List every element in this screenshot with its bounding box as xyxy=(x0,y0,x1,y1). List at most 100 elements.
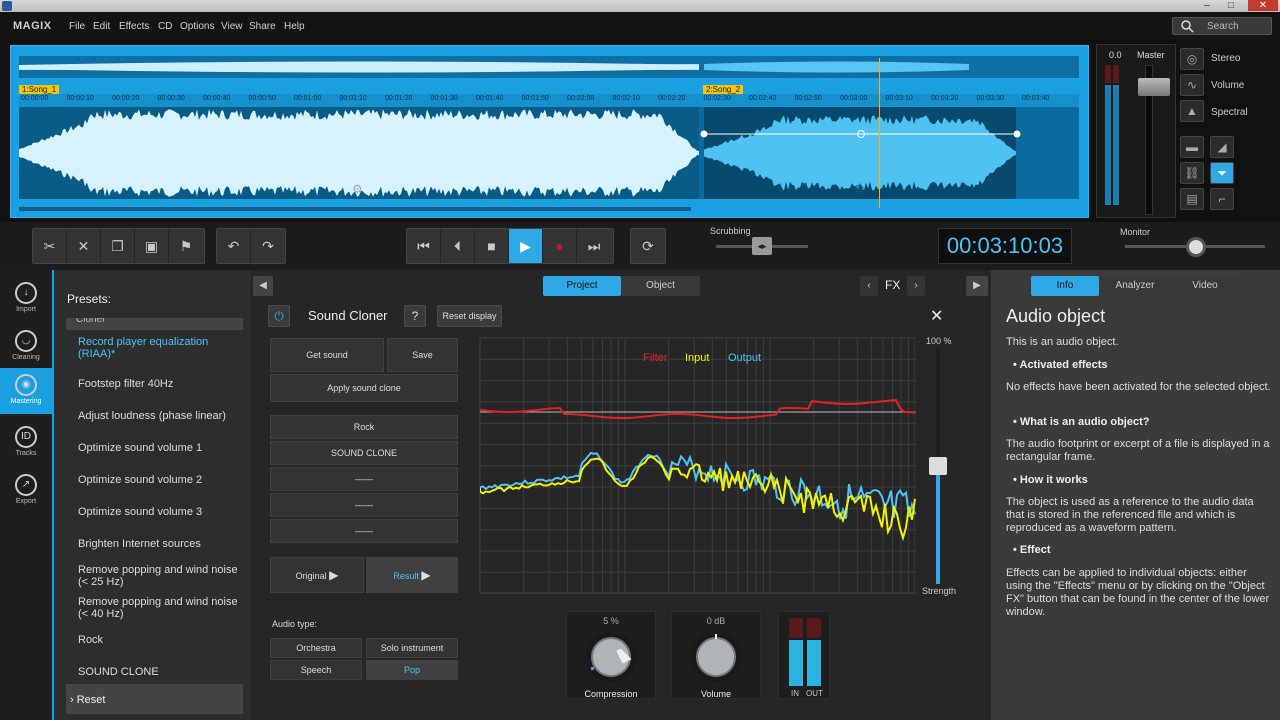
preset-item[interactable]: Adjust loudness (phase linear) xyxy=(66,410,242,422)
copy-button[interactable]: ❐ xyxy=(101,229,135,263)
info-section-3-title-text: How it works xyxy=(1019,474,1088,486)
strength-slider[interactable] xyxy=(929,348,947,584)
spectral-view-button[interactable]: ▲ xyxy=(1180,100,1204,122)
overview-strip[interactable] xyxy=(19,56,1079,78)
effect-power-button[interactable]: ⏻ xyxy=(268,305,290,327)
volume-view-button[interactable]: ∿ xyxy=(1180,74,1204,96)
tab-project[interactable]: Project xyxy=(543,276,621,296)
clone-slot-4[interactable]: —— xyxy=(270,493,458,517)
delete-button[interactable]: ✕ xyxy=(67,229,101,263)
tab-object[interactable]: Object xyxy=(621,276,700,296)
undo-button[interactable]: ↶ xyxy=(217,229,251,263)
result-button[interactable]: Result ▶ xyxy=(366,557,458,593)
preset-item[interactable]: Rock xyxy=(66,634,242,646)
play-button[interactable]: ▶ xyxy=(509,229,543,263)
tab-video[interactable]: Video xyxy=(1171,276,1239,296)
scrubbing-slider-handle[interactable]: ◂▸ xyxy=(752,237,772,255)
menu-view[interactable]: View xyxy=(221,21,243,32)
clone-slot-3[interactable]: —— xyxy=(270,467,458,491)
clone-slot-1[interactable]: Rock xyxy=(270,415,458,439)
collapse-right-button[interactable]: ▶ xyxy=(966,276,988,296)
fx-prev-button[interactable]: ‹ xyxy=(860,276,878,296)
close-window-button[interactable]: ✕ xyxy=(1248,0,1278,11)
master-volume-fader[interactable] xyxy=(1138,78,1170,96)
preset-item[interactable]: Remove popping and wind noise (< 25 Hz) xyxy=(66,564,242,588)
cut-button[interactable]: ✂ xyxy=(33,229,67,263)
nav-mastering[interactable]: ◉ Mastering xyxy=(0,368,52,414)
tab-info[interactable]: Info xyxy=(1031,276,1099,296)
stereo-view-button[interactable]: ◎ xyxy=(1180,48,1204,70)
get-sound-button[interactable]: Get sound xyxy=(270,338,384,372)
preset-item[interactable]: Optimize sound volume 2 xyxy=(66,474,242,486)
audio-track[interactable]: ⚙ ⚙ xyxy=(19,107,1079,199)
menu-effects[interactable]: Effects xyxy=(119,21,149,32)
timeline-tick: 00:02:30 xyxy=(703,95,731,102)
menu-help[interactable]: Help xyxy=(284,21,305,32)
menu-file[interactable]: File xyxy=(69,21,85,32)
clone-slot-5[interactable]: —— xyxy=(270,519,458,543)
apply-sound-clone-button[interactable]: Apply sound clone xyxy=(270,374,458,402)
help-button[interactable]: ? xyxy=(404,305,426,327)
spectral-icon: ▲ xyxy=(1186,104,1198,118)
save-button[interactable]: Save xyxy=(387,338,458,372)
timeline-tick: 00:00:20 xyxy=(112,95,140,102)
preset-cut-item[interactable]: Cloner xyxy=(66,318,243,330)
close-effect-icon[interactable]: ✕ xyxy=(930,306,943,326)
legend-output: Output xyxy=(728,352,762,364)
loop-button[interactable]: ⟳ xyxy=(631,229,665,263)
type-orchestra[interactable]: Orchestra xyxy=(270,638,362,658)
volume-knob[interactable] xyxy=(689,630,743,684)
type-solo-instrument[interactable]: Solo instrument xyxy=(366,638,458,658)
record-button[interactable]: ● xyxy=(543,229,577,263)
object-fx-gear-icon[interactable]: ⚙ xyxy=(352,182,363,196)
preset-item[interactable]: Brighten Internet sources xyxy=(66,538,242,550)
mixer-button[interactable]: ▤ xyxy=(1180,188,1204,210)
link-button[interactable]: ⛓ xyxy=(1180,162,1204,184)
paste-button[interactable]: ▣ xyxy=(135,229,169,263)
curve-button[interactable]: ⌐ xyxy=(1210,188,1234,210)
preset-item[interactable]: SOUND CLONE xyxy=(66,666,242,678)
preset-item[interactable]: Footstep filter 40Hz xyxy=(66,378,242,390)
tab-analyzer[interactable]: Analyzer xyxy=(1100,276,1170,296)
search-input[interactable]: Search xyxy=(1172,17,1272,35)
type-speech[interactable]: Speech xyxy=(270,660,362,680)
nav-import[interactable]: ↓ Import xyxy=(0,276,52,322)
type-pop[interactable]: Pop xyxy=(366,660,458,680)
preset-item[interactable]: Optimize sound volume 3 xyxy=(66,506,242,518)
collapse-left-button[interactable]: ◀ xyxy=(253,276,273,296)
timeline-ruler[interactable]: 00:00:00 00:00:10 00:00:20 00:00:30 00:00:40… xyxy=(19,94,1079,107)
previous-button[interactable]: ⏴ xyxy=(441,229,475,263)
stop-button[interactable]: ■ xyxy=(475,229,509,263)
menu-cd[interactable]: CD xyxy=(158,21,172,32)
menu-share[interactable]: Share xyxy=(249,21,276,32)
clone-slot-2[interactable]: SOUND CLONE xyxy=(270,441,458,465)
preset-item[interactable]: Remove popping and wind noise (< 40 Hz) xyxy=(66,596,242,620)
to-end-button[interactable]: ⏭ xyxy=(577,229,611,263)
strength-handle[interactable] xyxy=(929,457,947,475)
marker-button[interactable]: ⚑ xyxy=(169,229,203,263)
minimize-button[interactable]: – xyxy=(1196,0,1218,11)
playhead[interactable] xyxy=(879,58,880,208)
fx-next-button[interactable]: › xyxy=(907,276,925,296)
to-start-button[interactable]: ⏮ xyxy=(407,229,441,263)
strength-max-label: 100 % xyxy=(926,336,952,346)
snap-button[interactable]: ⏷ xyxy=(1210,162,1234,184)
preset-item[interactable]: Record player equalization (RIAA)* xyxy=(66,336,242,360)
nav-cleaning[interactable]: ◡ Cleaning xyxy=(0,324,52,370)
menu-options[interactable]: Options xyxy=(180,21,214,32)
nav-tracks[interactable]: ID Tracks xyxy=(0,420,52,466)
fade-button[interactable]: ◢ xyxy=(1210,136,1234,158)
preset-item[interactable]: Optimize sound volume 1 xyxy=(66,442,242,454)
reset-display-button[interactable]: Reset display xyxy=(437,305,502,327)
maximize-button[interactable]: □ xyxy=(1220,0,1242,11)
nav-export[interactable]: ↗ Export xyxy=(0,468,52,514)
object-mode-button[interactable]: ▬ xyxy=(1180,136,1204,158)
menu-edit[interactable]: Edit xyxy=(93,21,110,32)
effect-title: Sound Cloner xyxy=(308,308,388,323)
monitor-slider-handle[interactable] xyxy=(1186,237,1206,257)
horizontal-scrollbar[interactable] xyxy=(19,206,1079,212)
original-button[interactable]: Original ▶ xyxy=(270,557,364,593)
redo-button[interactable]: ↷ xyxy=(251,229,285,263)
reset-preset[interactable]: › Reset xyxy=(66,684,243,714)
object-fx-gear-icon-2[interactable]: ⚙ xyxy=(854,182,865,196)
